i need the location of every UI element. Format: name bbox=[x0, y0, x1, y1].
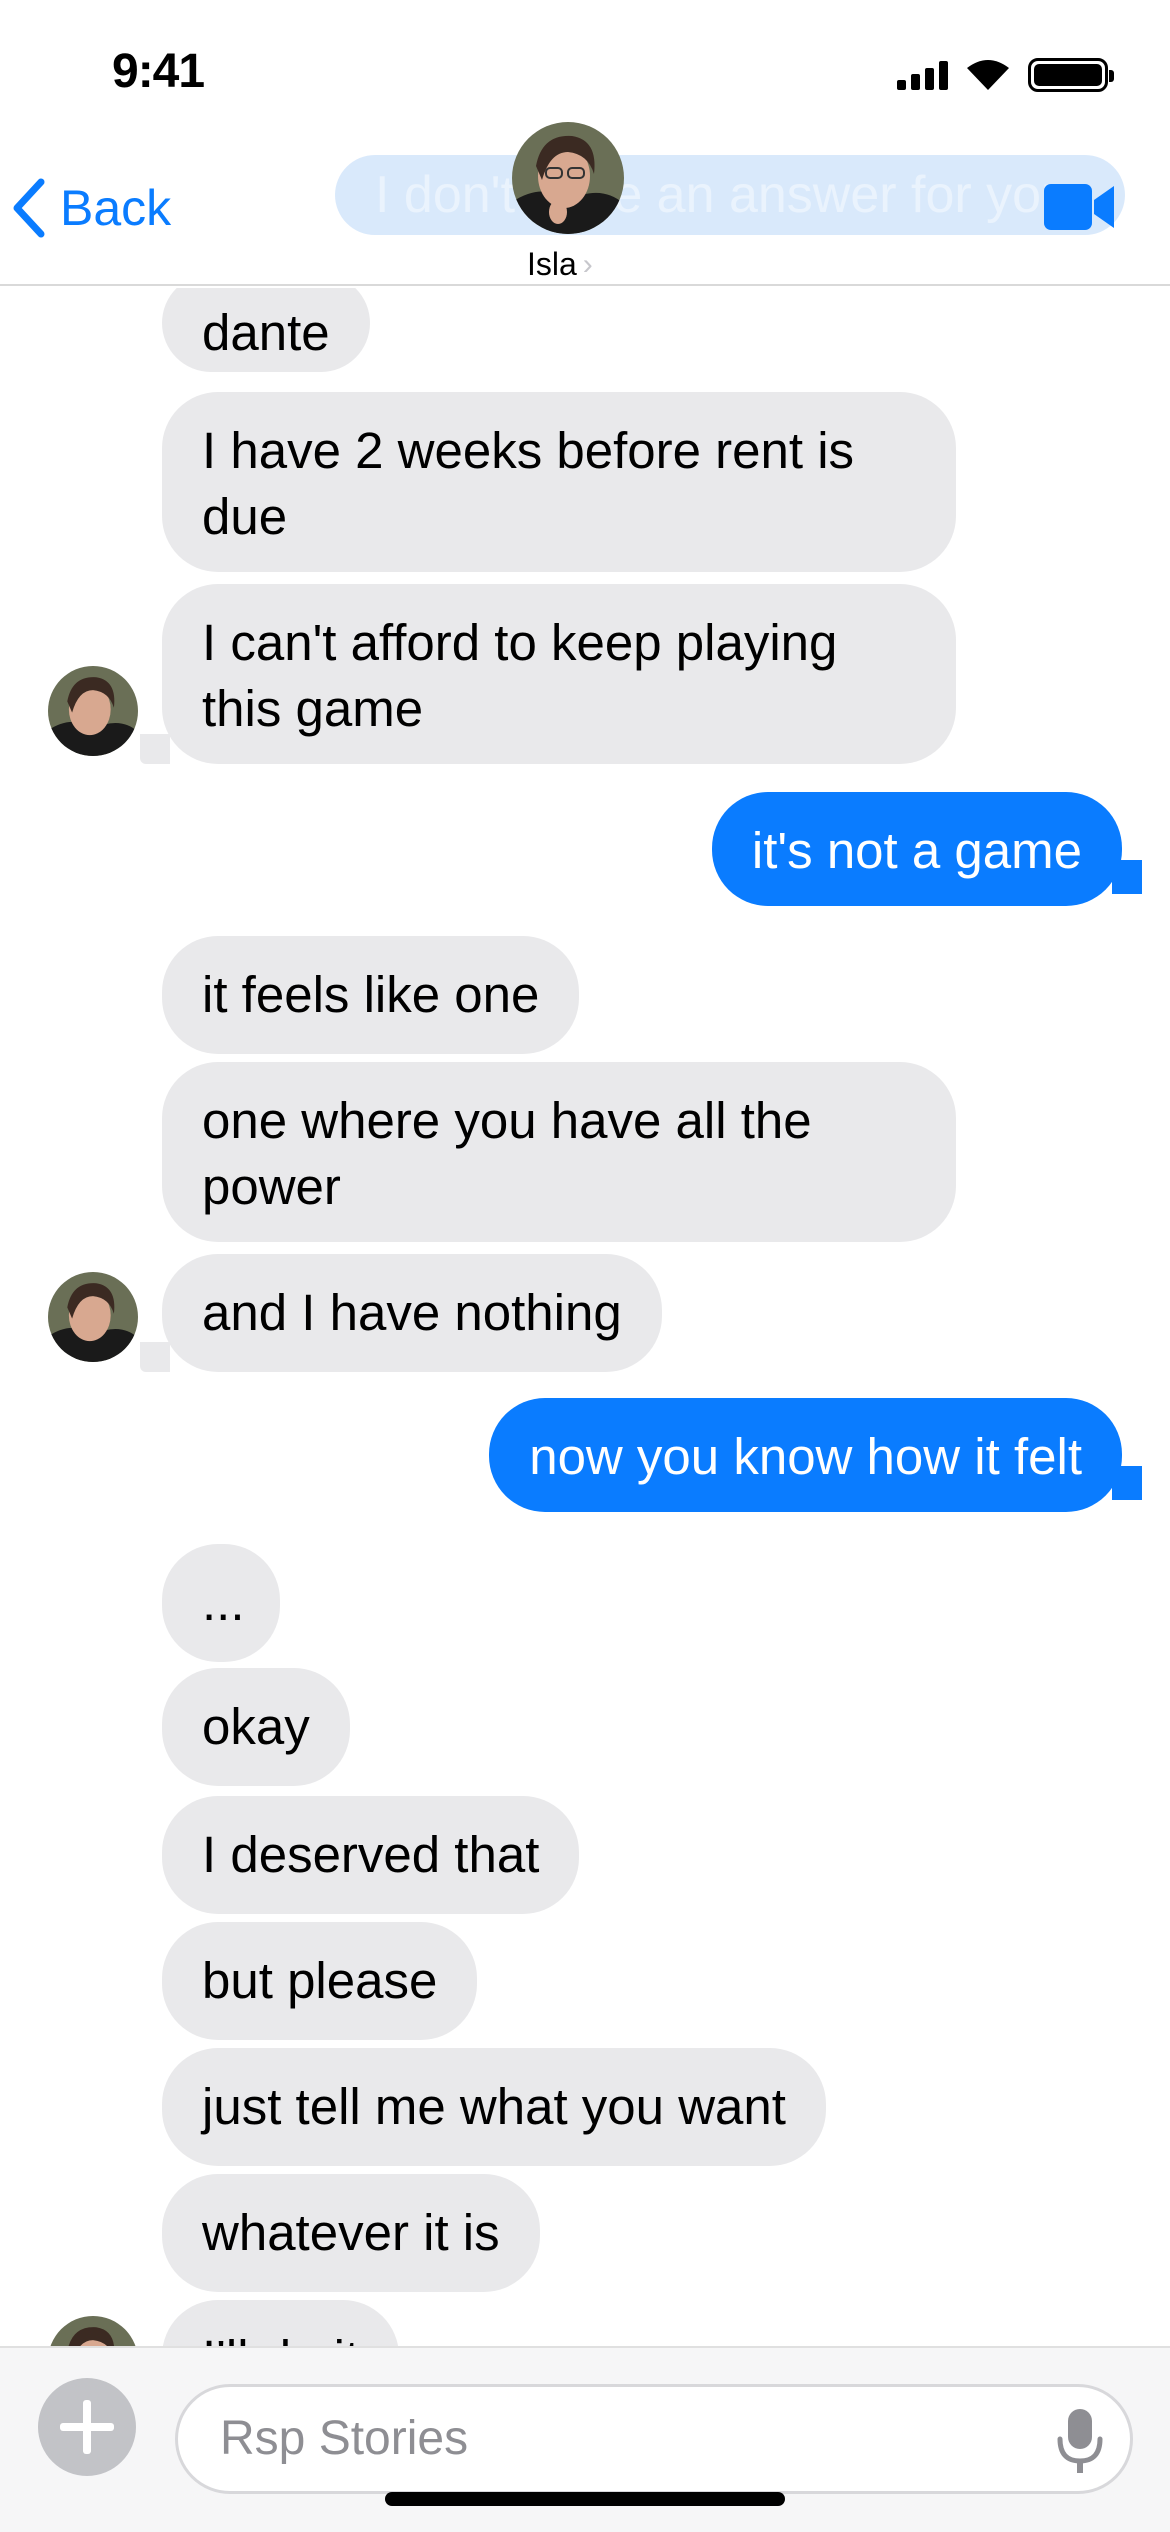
message-bubble-incoming[interactable]: I'll do it bbox=[162, 2300, 400, 2346]
message-input-placeholder: Rsp Stories bbox=[220, 2412, 469, 2465]
contact-name-label: Isla bbox=[527, 246, 577, 282]
message-bubble-incoming[interactable]: okay bbox=[162, 1668, 350, 1786]
message-bubble-incoming[interactable]: I have 2 weeks before rent is due bbox=[162, 392, 956, 572]
bubble-tail bbox=[1112, 860, 1142, 894]
status-icons bbox=[897, 58, 1114, 92]
conversation-header: I don't have an answer for you Back Isla… bbox=[0, 122, 1170, 286]
wifi-icon bbox=[967, 60, 1009, 90]
contact-avatar-small bbox=[48, 2316, 138, 2346]
message-bubble-incoming[interactable]: one where you have all the power bbox=[162, 1062, 956, 1242]
message-bubble-incoming[interactable]: it feels like one bbox=[162, 936, 580, 1054]
microphone-icon[interactable] bbox=[1052, 2405, 1108, 2477]
battery-icon bbox=[1028, 58, 1114, 92]
add-attachment-button[interactable] bbox=[38, 2378, 136, 2476]
status-time: 9:41 bbox=[112, 45, 205, 98]
message-list[interactable]: dante I have 2 weeks before rent is due … bbox=[0, 288, 1170, 2346]
message-bubble-incoming[interactable]: and I have nothing bbox=[162, 1254, 662, 1372]
back-button[interactable]: Back bbox=[12, 178, 171, 238]
message-bubble-incoming[interactable]: I can't afford to keep playing this game bbox=[162, 584, 956, 764]
message-bubble-incoming[interactable]: just tell me what you want bbox=[162, 2048, 826, 2166]
bubble-tail bbox=[140, 734, 170, 764]
bubble-tail bbox=[1112, 1466, 1142, 1500]
status-bar: 9:41 bbox=[0, 0, 1170, 130]
message-bubble-incoming[interactable]: but please bbox=[162, 1922, 478, 2040]
home-indicator[interactable] bbox=[385, 2492, 785, 2506]
message-bubble-incoming[interactable]: whatever it is bbox=[162, 2174, 540, 2292]
chevron-right-icon: › bbox=[582, 247, 593, 281]
message-input[interactable]: Rsp Stories bbox=[175, 2384, 1133, 2494]
ghost-message-preview: I don't have an answer for you bbox=[335, 155, 1125, 235]
contact-avatar-small bbox=[48, 666, 138, 756]
signal-icon bbox=[897, 60, 948, 90]
message-bubble-outgoing[interactable]: it's not a game bbox=[711, 792, 1122, 906]
bubble-tail bbox=[140, 1342, 170, 1372]
back-label: Back bbox=[60, 180, 172, 236]
message-bubble-incoming[interactable]: ... bbox=[162, 1544, 280, 1662]
message-bubble-incoming[interactable]: dante bbox=[162, 288, 370, 372]
messaging-screen: 9:41 I don't have an answer for you Back bbox=[0, 0, 1170, 2532]
contact-avatar[interactable] bbox=[512, 122, 624, 234]
video-call-icon[interactable] bbox=[1042, 180, 1116, 234]
contact-avatar-small bbox=[48, 1272, 138, 1362]
message-bubble-outgoing[interactable]: now you know how it felt bbox=[489, 1398, 1122, 1512]
contact-name[interactable]: Isla › bbox=[527, 246, 593, 283]
message-bubble-incoming[interactable]: I deserved that bbox=[162, 1796, 580, 1914]
chevron-left-icon bbox=[13, 178, 45, 238]
